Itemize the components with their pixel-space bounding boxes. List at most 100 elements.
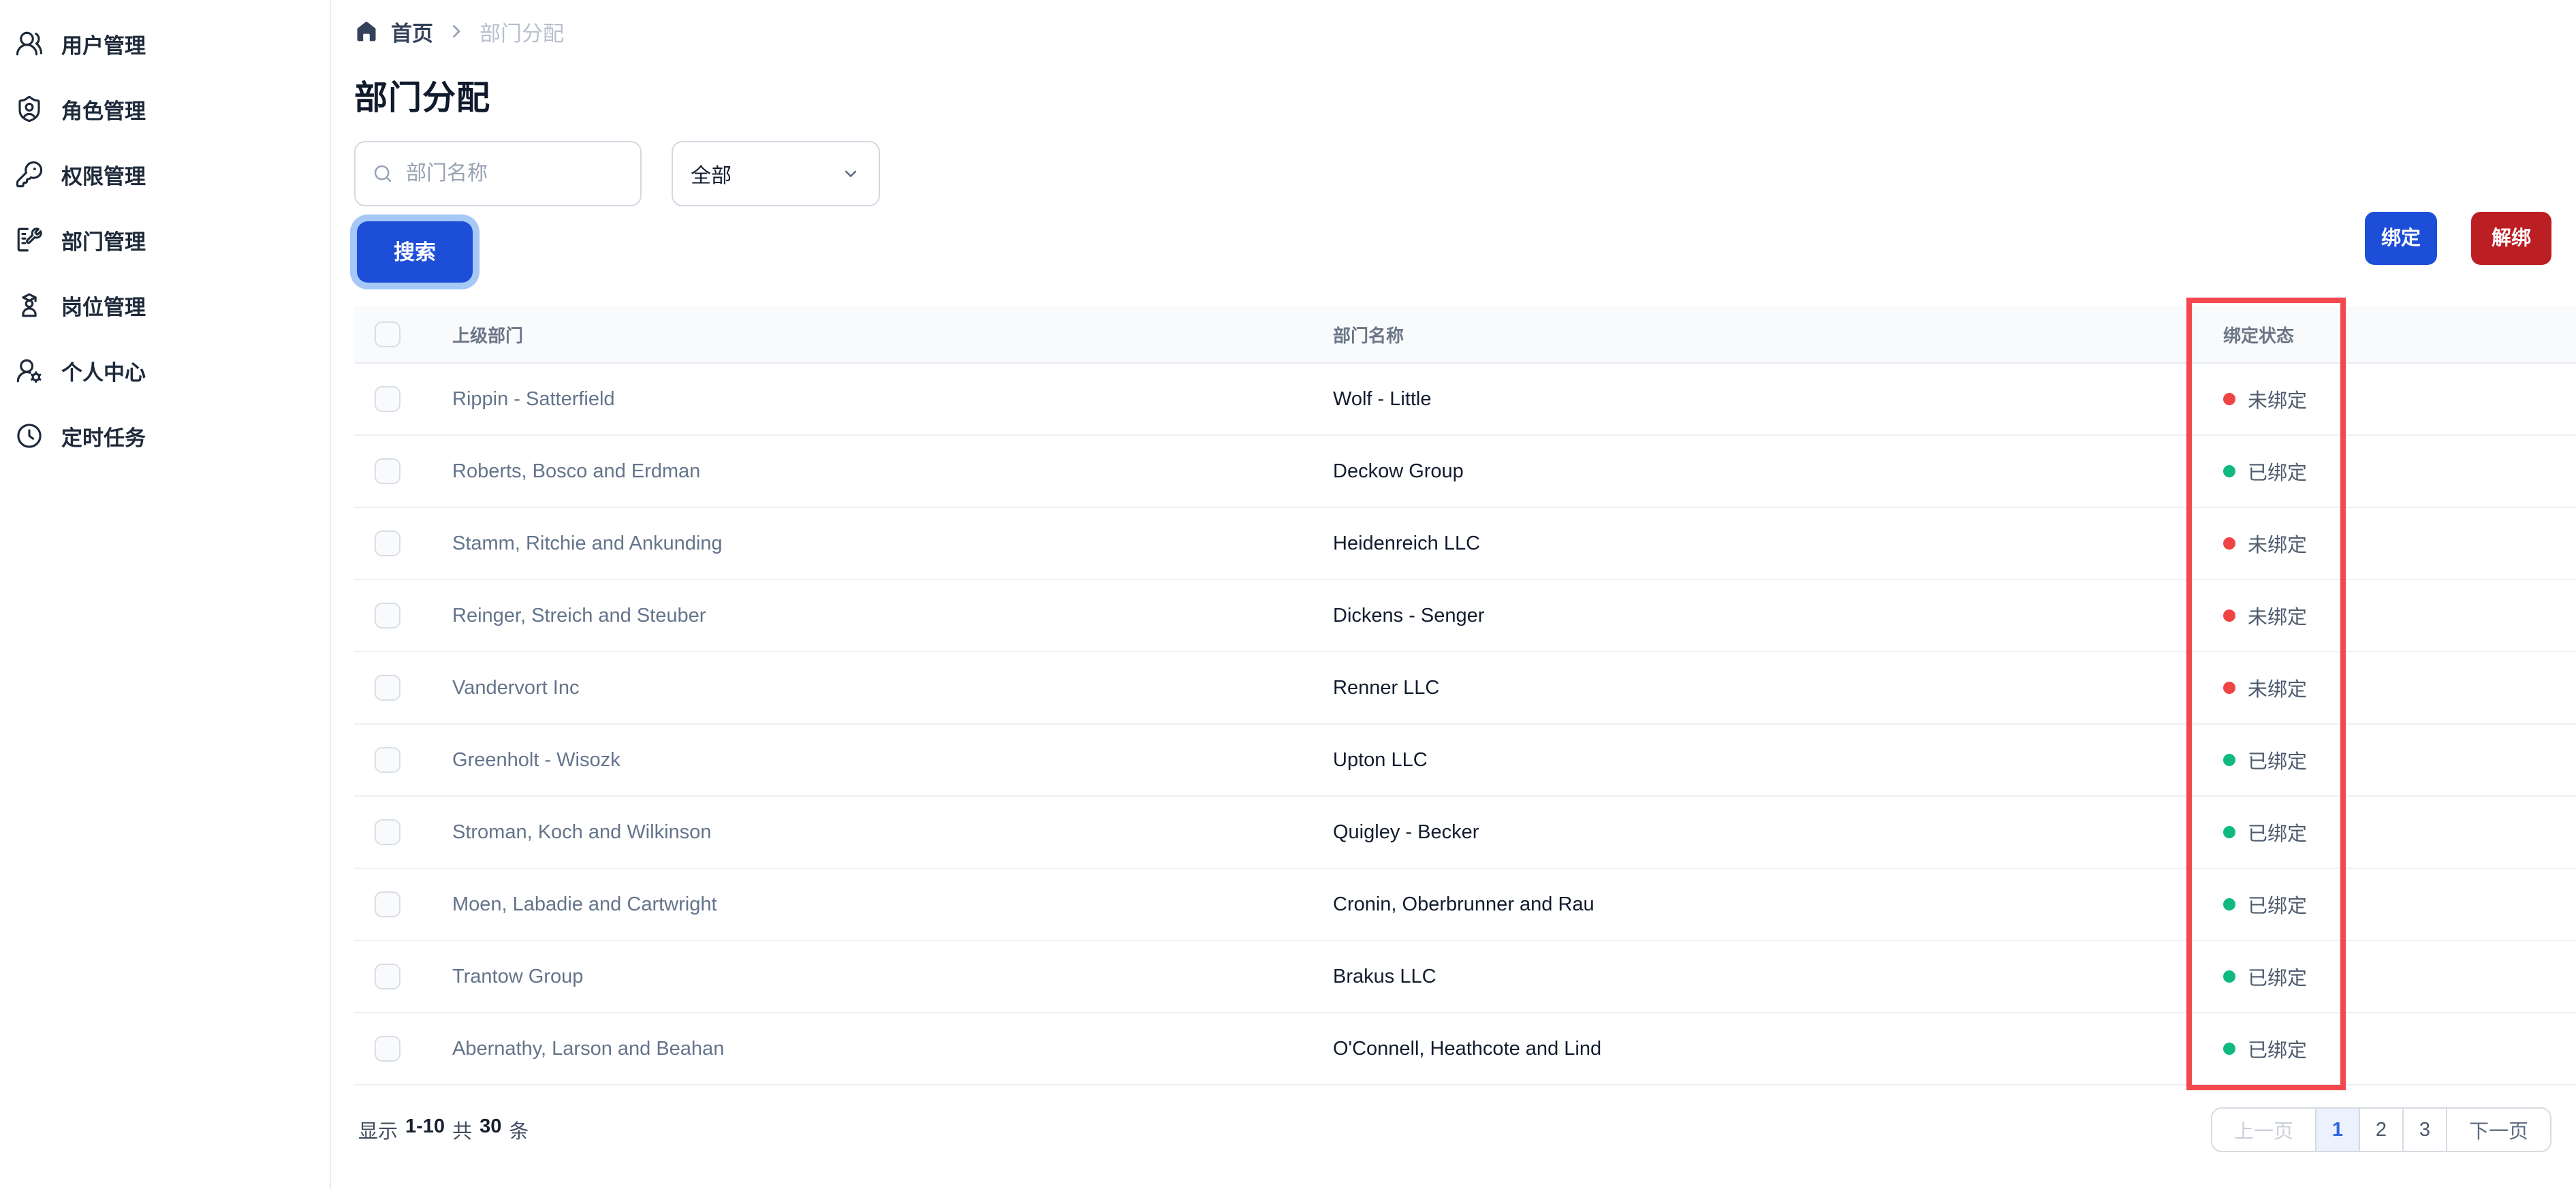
row-checkbox[interactable]	[375, 819, 400, 845]
header-department-name: 部门名称	[1333, 325, 1404, 346]
status-label: 未绑定	[2248, 607, 2308, 629]
summary-join: 共	[452, 1121, 473, 1143]
status-dot	[2223, 826, 2235, 838]
clock-icon	[15, 422, 44, 450]
sidebar-item-scheduled-tasks[interactable]: 定时任务	[0, 403, 330, 469]
status-dot	[2223, 682, 2235, 694]
cell-binding-status: 已绑定	[2223, 1034, 2509, 1063]
page-title: 部门分配	[354, 80, 491, 116]
status-dot	[2223, 970, 2235, 983]
cell-binding-status: 已绑定	[2223, 457, 2509, 486]
status-dot	[2223, 537, 2235, 550]
status-label: 已绑定	[2248, 895, 2308, 917]
users-icon	[15, 29, 44, 58]
sidebar-item-personal-center[interactable]: 个人中心	[0, 338, 330, 403]
sidebar-item-label: 用户管理	[61, 33, 146, 58]
chevron-right-icon	[447, 22, 466, 41]
status-label: 未绑定	[2248, 679, 2308, 701]
sidebar-item-label: 定时任务	[61, 426, 146, 450]
table-row[interactable]: Greenholt - Wisozk Upton LLC 已绑定	[354, 725, 2576, 797]
key-icon	[15, 160, 44, 189]
sidebar-item-label: 角色管理	[61, 99, 146, 123]
table-row[interactable]: Abernathy, Larson and Beahan O'Connell, …	[354, 1013, 2576, 1085]
pagination-page-3[interactable]: 3	[2402, 1109, 2446, 1151]
graduate-user-icon	[15, 291, 44, 319]
status-dot	[2223, 1043, 2235, 1055]
cell-parent-department: Trantow Group	[452, 965, 584, 987]
status-label: 已绑定	[2248, 751, 2308, 773]
status-filter-select[interactable]: 全部	[672, 141, 880, 206]
search-button[interactable]: 搜索	[357, 221, 473, 283]
chevron-down-icon	[845, 170, 857, 177]
table-row[interactable]: Vandervort Inc Renner LLC 未绑定	[354, 652, 2576, 725]
cell-department-name: Heidenreich LLC	[1333, 532, 1481, 554]
cell-parent-department: Greenholt - Wisozk	[452, 748, 621, 771]
sidebar-item-user-management[interactable]: 用户管理	[0, 11, 330, 76]
main-content: 首页 部门分配 部门分配 全部 搜索 绑定 解绑	[331, 0, 2576, 1189]
status-dot	[2223, 898, 2235, 910]
shield-user-icon	[15, 95, 44, 123]
table-row[interactable]: Rippin - Satterfield Wolf - Little 未绑定	[354, 364, 2576, 436]
cell-binding-status: 未绑定	[2223, 601, 2509, 630]
cell-department-name: Deckow Group	[1333, 460, 1464, 482]
pagination-next-button[interactable]: 下一页	[2445, 1109, 2550, 1151]
pagination-summary: 显示 1-10 共 30 条	[354, 1115, 529, 1144]
cell-parent-department: Roberts, Bosco and Erdman	[452, 460, 701, 482]
sidebar: 用户管理 角色管理 权限管理 部门管理 岗位管理 个人中心 定时任务	[0, 0, 331, 1189]
status-label: 已绑定	[2248, 1040, 2308, 1062]
row-checkbox[interactable]	[375, 386, 400, 412]
select-all-checkbox[interactable]	[375, 321, 400, 347]
departments-table: 上级部门 部门名称 绑定状态 Rippin - Satterfield Wolf…	[354, 306, 2576, 1085]
bind-button[interactable]: 绑定	[2364, 212, 2437, 265]
breadcrumb-current: 部门分配	[480, 21, 564, 46]
row-checkbox[interactable]	[375, 1036, 400, 1062]
department-name-input[interactable]	[406, 162, 624, 185]
table-row[interactable]: Stroman, Koch and Wilkinson Quigley - Be…	[354, 797, 2576, 869]
pagination: 上一页 1 2 3 下一页	[2210, 1107, 2551, 1152]
unbind-button[interactable]: 解绑	[2470, 212, 2551, 265]
cell-parent-department: Vandervort Inc	[452, 676, 580, 699]
breadcrumb-home-label: 首页	[391, 21, 433, 46]
table-row[interactable]: Moen, Labadie and Cartwright Cronin, Obe…	[354, 869, 2576, 941]
pagination-page-2[interactable]: 2	[2358, 1109, 2402, 1151]
status-dot	[2223, 754, 2235, 766]
table-row[interactable]: Trantow Group Brakus LLC 已绑定	[354, 941, 2576, 1013]
cell-parent-department: Moen, Labadie and Cartwright	[452, 893, 717, 915]
row-checkbox[interactable]	[375, 458, 400, 484]
status-label: 已绑定	[2248, 462, 2308, 484]
row-checkbox[interactable]	[375, 603, 400, 629]
table-row[interactable]: Roberts, Bosco and Erdman Deckow Group 已…	[354, 436, 2576, 508]
pagination-prev-button[interactable]: 上一页	[2212, 1109, 2315, 1151]
building-wrench-icon	[15, 225, 44, 254]
filter-bar: 全部	[354, 141, 2551, 206]
sidebar-item-label: 岗位管理	[61, 295, 146, 319]
row-checkbox[interactable]	[375, 530, 400, 556]
table-row[interactable]: Reinger, Streich and Steuber Dickens - S…	[354, 580, 2576, 652]
table-row[interactable]: Stamm, Ritchie and Ankunding Heidenreich…	[354, 508, 2576, 580]
bind-actions: 绑定 解绑	[2364, 212, 2551, 265]
pagination-page-1[interactable]: 1	[2314, 1109, 2359, 1151]
sidebar-item-permission-management[interactable]: 权限管理	[0, 142, 330, 207]
summary-prefix: 显示	[358, 1121, 398, 1143]
row-checkbox[interactable]	[375, 964, 400, 989]
cell-binding-status: 未绑定	[2223, 385, 2509, 413]
row-checkbox[interactable]	[375, 747, 400, 773]
cell-parent-department: Stroman, Koch and Wilkinson	[452, 821, 712, 843]
table-body: Rippin - Satterfield Wolf - Little 未绑定 R…	[354, 364, 2576, 1085]
cell-parent-department: Stamm, Ritchie and Ankunding	[452, 532, 723, 554]
status-label: 未绑定	[2248, 535, 2308, 556]
row-checkbox[interactable]	[375, 891, 400, 917]
sidebar-item-role-management[interactable]: 角色管理	[0, 76, 330, 142]
sidebar-item-department-management[interactable]: 部门管理	[0, 207, 330, 272]
cell-binding-status: 已绑定	[2223, 890, 2509, 919]
status-dot	[2223, 393, 2235, 405]
sidebar-item-label: 权限管理	[61, 164, 146, 189]
header-binding-status: 绑定状态	[2223, 325, 2295, 346]
breadcrumb-home-link[interactable]: 首页	[354, 16, 433, 47]
sidebar-item-label: 部门管理	[61, 229, 146, 254]
sidebar-item-position-management[interactable]: 岗位管理	[0, 272, 330, 338]
status-dot	[2223, 609, 2235, 622]
home-icon	[357, 21, 376, 42]
cell-binding-status: 未绑定	[2223, 673, 2509, 702]
row-checkbox[interactable]	[375, 675, 400, 701]
